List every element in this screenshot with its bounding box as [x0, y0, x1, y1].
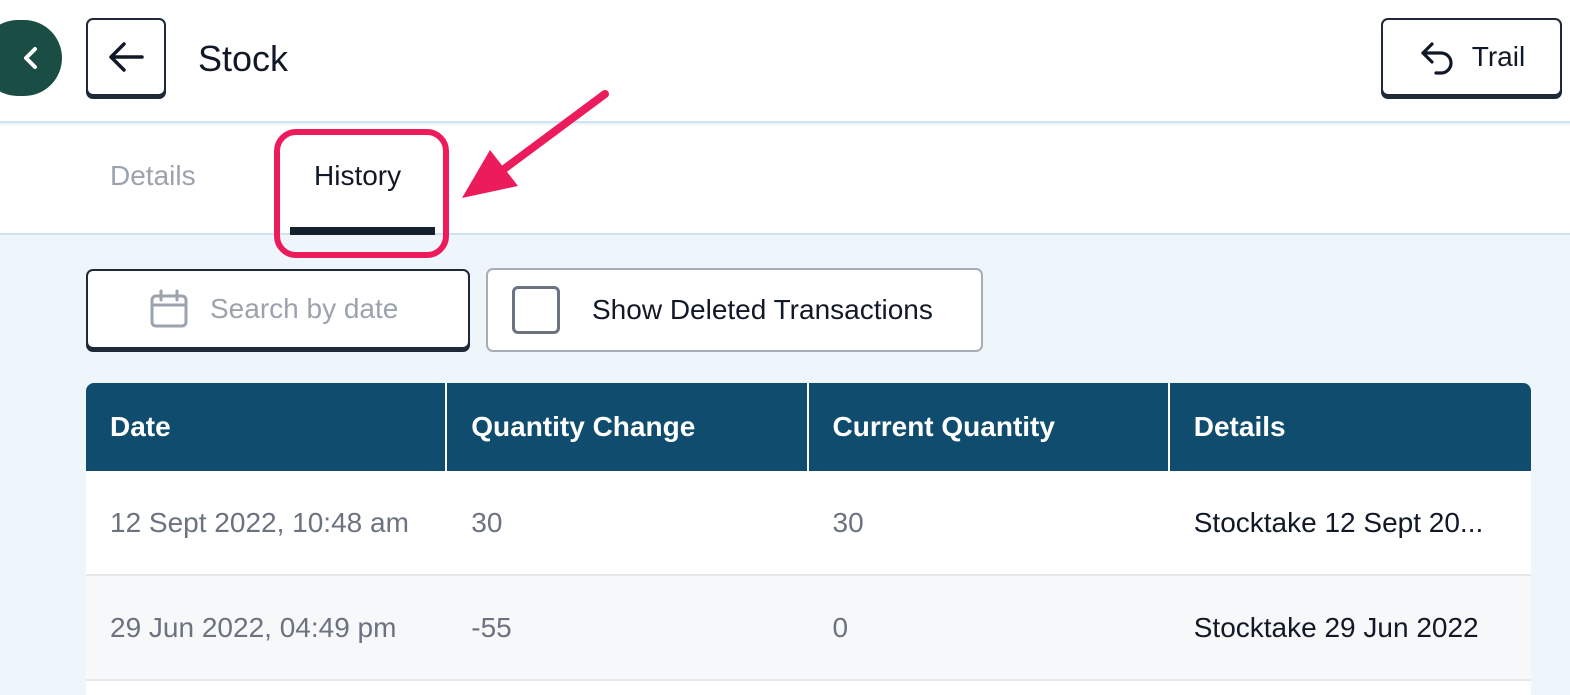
- table-row[interactable]: 12 Sept 2022, 10:48 am 30 30 Stocktake 1…: [86, 471, 1531, 576]
- cell-current-quantity: 30: [832, 506, 864, 538]
- date-search-input[interactable]: Search by date: [86, 269, 470, 349]
- show-deleted-toggle[interactable]: Show Deleted Transactions: [486, 268, 983, 352]
- cell-date: 29 Jun 2022, 04:49 pm: [110, 611, 397, 643]
- page-title: Stock: [198, 38, 289, 79]
- cell-details: Stocktake 12 Sept 20...: [1193, 506, 1484, 538]
- back-button[interactable]: [86, 18, 166, 96]
- column-header-date[interactable]: Date: [86, 383, 448, 471]
- date-search-placeholder: Search by date: [210, 293, 399, 324]
- annotation-arrow-icon: [462, 90, 609, 198]
- sidebar-collapse-button[interactable]: [0, 20, 62, 96]
- table-header: Date Quantity Change Current Quantity De…: [86, 383, 1531, 471]
- annotation-highlight-box: [274, 129, 449, 258]
- cell-date: 12 Sept 2022, 10:48 am: [110, 506, 409, 538]
- trail-button[interactable]: Trail: [1381, 18, 1562, 96]
- arrow-left-icon: [109, 42, 144, 72]
- show-deleted-checkbox[interactable]: [512, 286, 560, 334]
- calendar-icon: [150, 289, 188, 328]
- tab-bar: Details History: [0, 125, 1570, 235]
- trail-label: Trail: [1471, 41, 1526, 72]
- cell-details: Stocktake 29 Jun 2022: [1193, 611, 1479, 643]
- undo-arrow-icon: [1421, 42, 1453, 75]
- show-deleted-label: Show Deleted Transactions: [592, 294, 933, 325]
- cell-current-quantity: 0: [832, 611, 849, 643]
- tab-details[interactable]: Details: [110, 159, 196, 193]
- column-header-quantity-change[interactable]: Quantity Change: [447, 383, 809, 471]
- cell-quantity-change: 30: [471, 506, 503, 538]
- chevron-left-icon: [24, 47, 37, 69]
- table-row[interactable]: 29 Jun 2022, 04:49 pm -55 0 Stocktake 29…: [86, 576, 1531, 681]
- page-header: Stock Trail: [0, 0, 1570, 123]
- history-table: Date Quantity Change Current Quantity De…: [86, 383, 1531, 695]
- column-header-details[interactable]: Details: [1170, 383, 1531, 471]
- cell-quantity-change: -55: [471, 611, 512, 643]
- column-header-current-quantity[interactable]: Current Quantity: [809, 383, 1170, 471]
